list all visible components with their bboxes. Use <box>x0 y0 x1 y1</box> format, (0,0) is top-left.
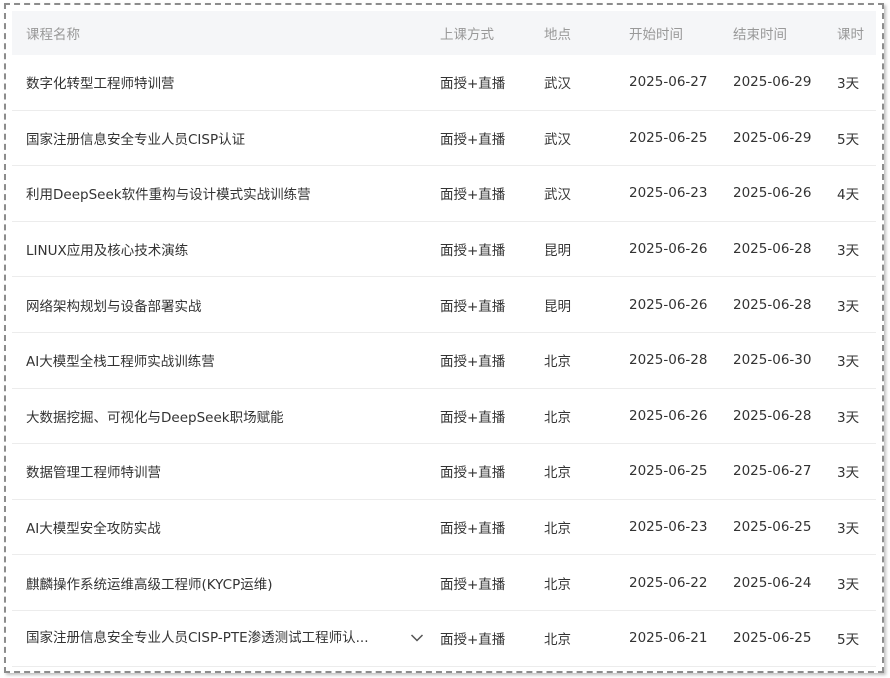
course-end-date: 2025-06-26 <box>733 185 812 202</box>
course-start-date: 2025-06-22 <box>629 574 708 591</box>
course-duration: 5天 <box>837 632 860 649</box>
course-end-date: 2025-06-29 <box>733 74 812 91</box>
course-end-date: 2025-06-25 <box>733 630 812 647</box>
course-location: 北京 <box>544 576 571 593</box>
header-start-time[interactable]: 开始时间 <box>629 11 719 55</box>
course-start-date: 2025-06-21 <box>629 630 708 647</box>
course-duration: 3天 <box>837 465 860 482</box>
table-row[interactable]: 大数据挖掘、可视化与DeepSeek职场赋能 面授+直播 北京 2025-06-… <box>12 389 876 445</box>
course-location: 北京 <box>544 354 571 371</box>
course-name[interactable]: 国家注册信息安全专业人员CISP认证 <box>26 111 416 166</box>
course-duration: 3天 <box>837 243 860 260</box>
course-location: 北京 <box>544 521 571 538</box>
course-name[interactable]: LINUX应用及核心技术演练 <box>26 222 416 277</box>
course-start-date: 2025-06-27 <box>629 74 708 91</box>
header-course-name[interactable]: 课程名称 <box>26 11 416 55</box>
course-table: 课程名称 上课方式 地点 开始时间 结束时间 课时 数字化转型工程师特训营 面授… <box>12 11 876 667</box>
course-start-date: 2025-06-26 <box>629 296 708 313</box>
course-duration: 3天 <box>837 76 860 93</box>
course-location: 武汉 <box>544 187 571 204</box>
header-duration[interactable]: 课时 <box>837 11 877 55</box>
course-name[interactable]: AI大模型安全攻防实战 <box>26 500 416 555</box>
chevron-down-icon[interactable] <box>410 611 424 666</box>
course-mode: 面授+直播 <box>440 409 506 426</box>
table-row[interactable]: 利用DeepSeek软件重构与设计模式实战训练营 面授+直播 武汉 2025-0… <box>12 166 876 222</box>
course-start-date: 2025-06-25 <box>629 129 708 146</box>
course-name-text: 国家注册信息安全专业人员CISP-PTE渗透测试工程师认... <box>26 629 369 646</box>
table-row[interactable]: 国家注册信息安全专业人员CISP认证 面授+直播 武汉 2025-06-25 2… <box>12 111 876 167</box>
course-duration: 3天 <box>837 409 860 426</box>
course-start-date: 2025-06-23 <box>629 185 708 202</box>
course-end-date: 2025-06-27 <box>733 463 812 480</box>
course-duration: 3天 <box>837 576 860 593</box>
course-end-date: 2025-06-28 <box>733 241 812 258</box>
course-start-date: 2025-06-23 <box>629 519 708 536</box>
course-mode: 面授+直播 <box>440 354 506 371</box>
table-row[interactable]: AI大模型安全攻防实战 面授+直播 北京 2025-06-23 2025-06-… <box>12 500 876 556</box>
course-name[interactable]: 网络架构规划与设备部署实战 <box>26 277 416 332</box>
course-name[interactable]: 数据管理工程师特训营 <box>26 444 416 499</box>
course-end-date: 2025-06-24 <box>733 574 812 591</box>
course-name[interactable]: 麒麟操作系统运维高级工程师(KYCP运维) <box>26 555 416 610</box>
course-mode: 面授+直播 <box>440 632 506 649</box>
table-row[interactable]: 网络架构规划与设备部署实战 面授+直播 昆明 2025-06-26 2025-0… <box>12 277 876 333</box>
table-row[interactable]: 数字化转型工程师特训营 面授+直播 武汉 2025-06-27 2025-06-… <box>12 55 876 111</box>
course-start-date: 2025-06-25 <box>629 463 708 480</box>
course-name[interactable]: AI大模型全栈工程师实战训练营 <box>26 333 416 388</box>
course-start-date: 2025-06-26 <box>629 407 708 424</box>
course-mode: 面授+直播 <box>440 576 506 593</box>
course-location: 武汉 <box>544 131 571 148</box>
course-mode: 面授+直播 <box>440 131 506 148</box>
course-mode: 面授+直播 <box>440 187 506 204</box>
course-location: 北京 <box>544 632 571 649</box>
course-location: 北京 <box>544 465 571 482</box>
table-row[interactable]: 数据管理工程师特训营 面授+直播 北京 2025-06-25 2025-06-2… <box>12 444 876 500</box>
course-name[interactable]: 利用DeepSeek软件重构与设计模式实战训练营 <box>26 166 416 221</box>
table-header: 课程名称 上课方式 地点 开始时间 结束时间 课时 <box>12 11 876 55</box>
course-mode: 面授+直播 <box>440 298 506 315</box>
course-name[interactable]: 国家注册信息安全专业人员CISP-PTE渗透测试工程师认... <box>26 611 416 666</box>
course-location: 昆明 <box>544 298 571 315</box>
course-start-date: 2025-06-28 <box>629 352 708 369</box>
course-end-date: 2025-06-25 <box>733 519 812 536</box>
course-name[interactable]: 大数据挖掘、可视化与DeepSeek职场赋能 <box>26 389 416 444</box>
course-duration: 5天 <box>837 131 860 148</box>
course-end-date: 2025-06-28 <box>733 407 812 424</box>
header-location[interactable]: 地点 <box>544 11 604 55</box>
table-row[interactable]: LINUX应用及核心技术演练 面授+直播 昆明 2025-06-26 2025-… <box>12 222 876 278</box>
course-location: 北京 <box>544 409 571 426</box>
table-row[interactable]: AI大模型全栈工程师实战训练营 面授+直播 北京 2025-06-28 2025… <box>12 333 876 389</box>
course-end-date: 2025-06-30 <box>733 352 812 369</box>
table-row[interactable]: 国家注册信息安全专业人员CISP-PTE渗透测试工程师认... 面授+直播 北京… <box>12 611 876 667</box>
course-duration: 3天 <box>837 521 860 538</box>
course-end-date: 2025-06-29 <box>733 129 812 146</box>
course-location: 昆明 <box>544 243 571 260</box>
course-name[interactable]: 数字化转型工程师特训营 <box>26 55 416 110</box>
course-mode: 面授+直播 <box>440 76 506 93</box>
course-start-date: 2025-06-26 <box>629 241 708 258</box>
header-end-time[interactable]: 结束时间 <box>733 11 823 55</box>
table-row[interactable]: 麒麟操作系统运维高级工程师(KYCP运维) 面授+直播 北京 2025-06-2… <box>12 555 876 611</box>
course-mode: 面授+直播 <box>440 243 506 260</box>
course-duration: 3天 <box>837 354 860 371</box>
screenshot-frame: 课程名称 上课方式 地点 开始时间 结束时间 课时 数字化转型工程师特训营 面授… <box>4 3 884 673</box>
course-duration: 3天 <box>837 298 860 315</box>
header-mode[interactable]: 上课方式 <box>440 11 530 55</box>
course-duration: 4天 <box>837 187 860 204</box>
course-end-date: 2025-06-28 <box>733 296 812 313</box>
course-mode: 面授+直播 <box>440 521 506 538</box>
course-location: 武汉 <box>544 76 571 93</box>
course-mode: 面授+直播 <box>440 465 506 482</box>
